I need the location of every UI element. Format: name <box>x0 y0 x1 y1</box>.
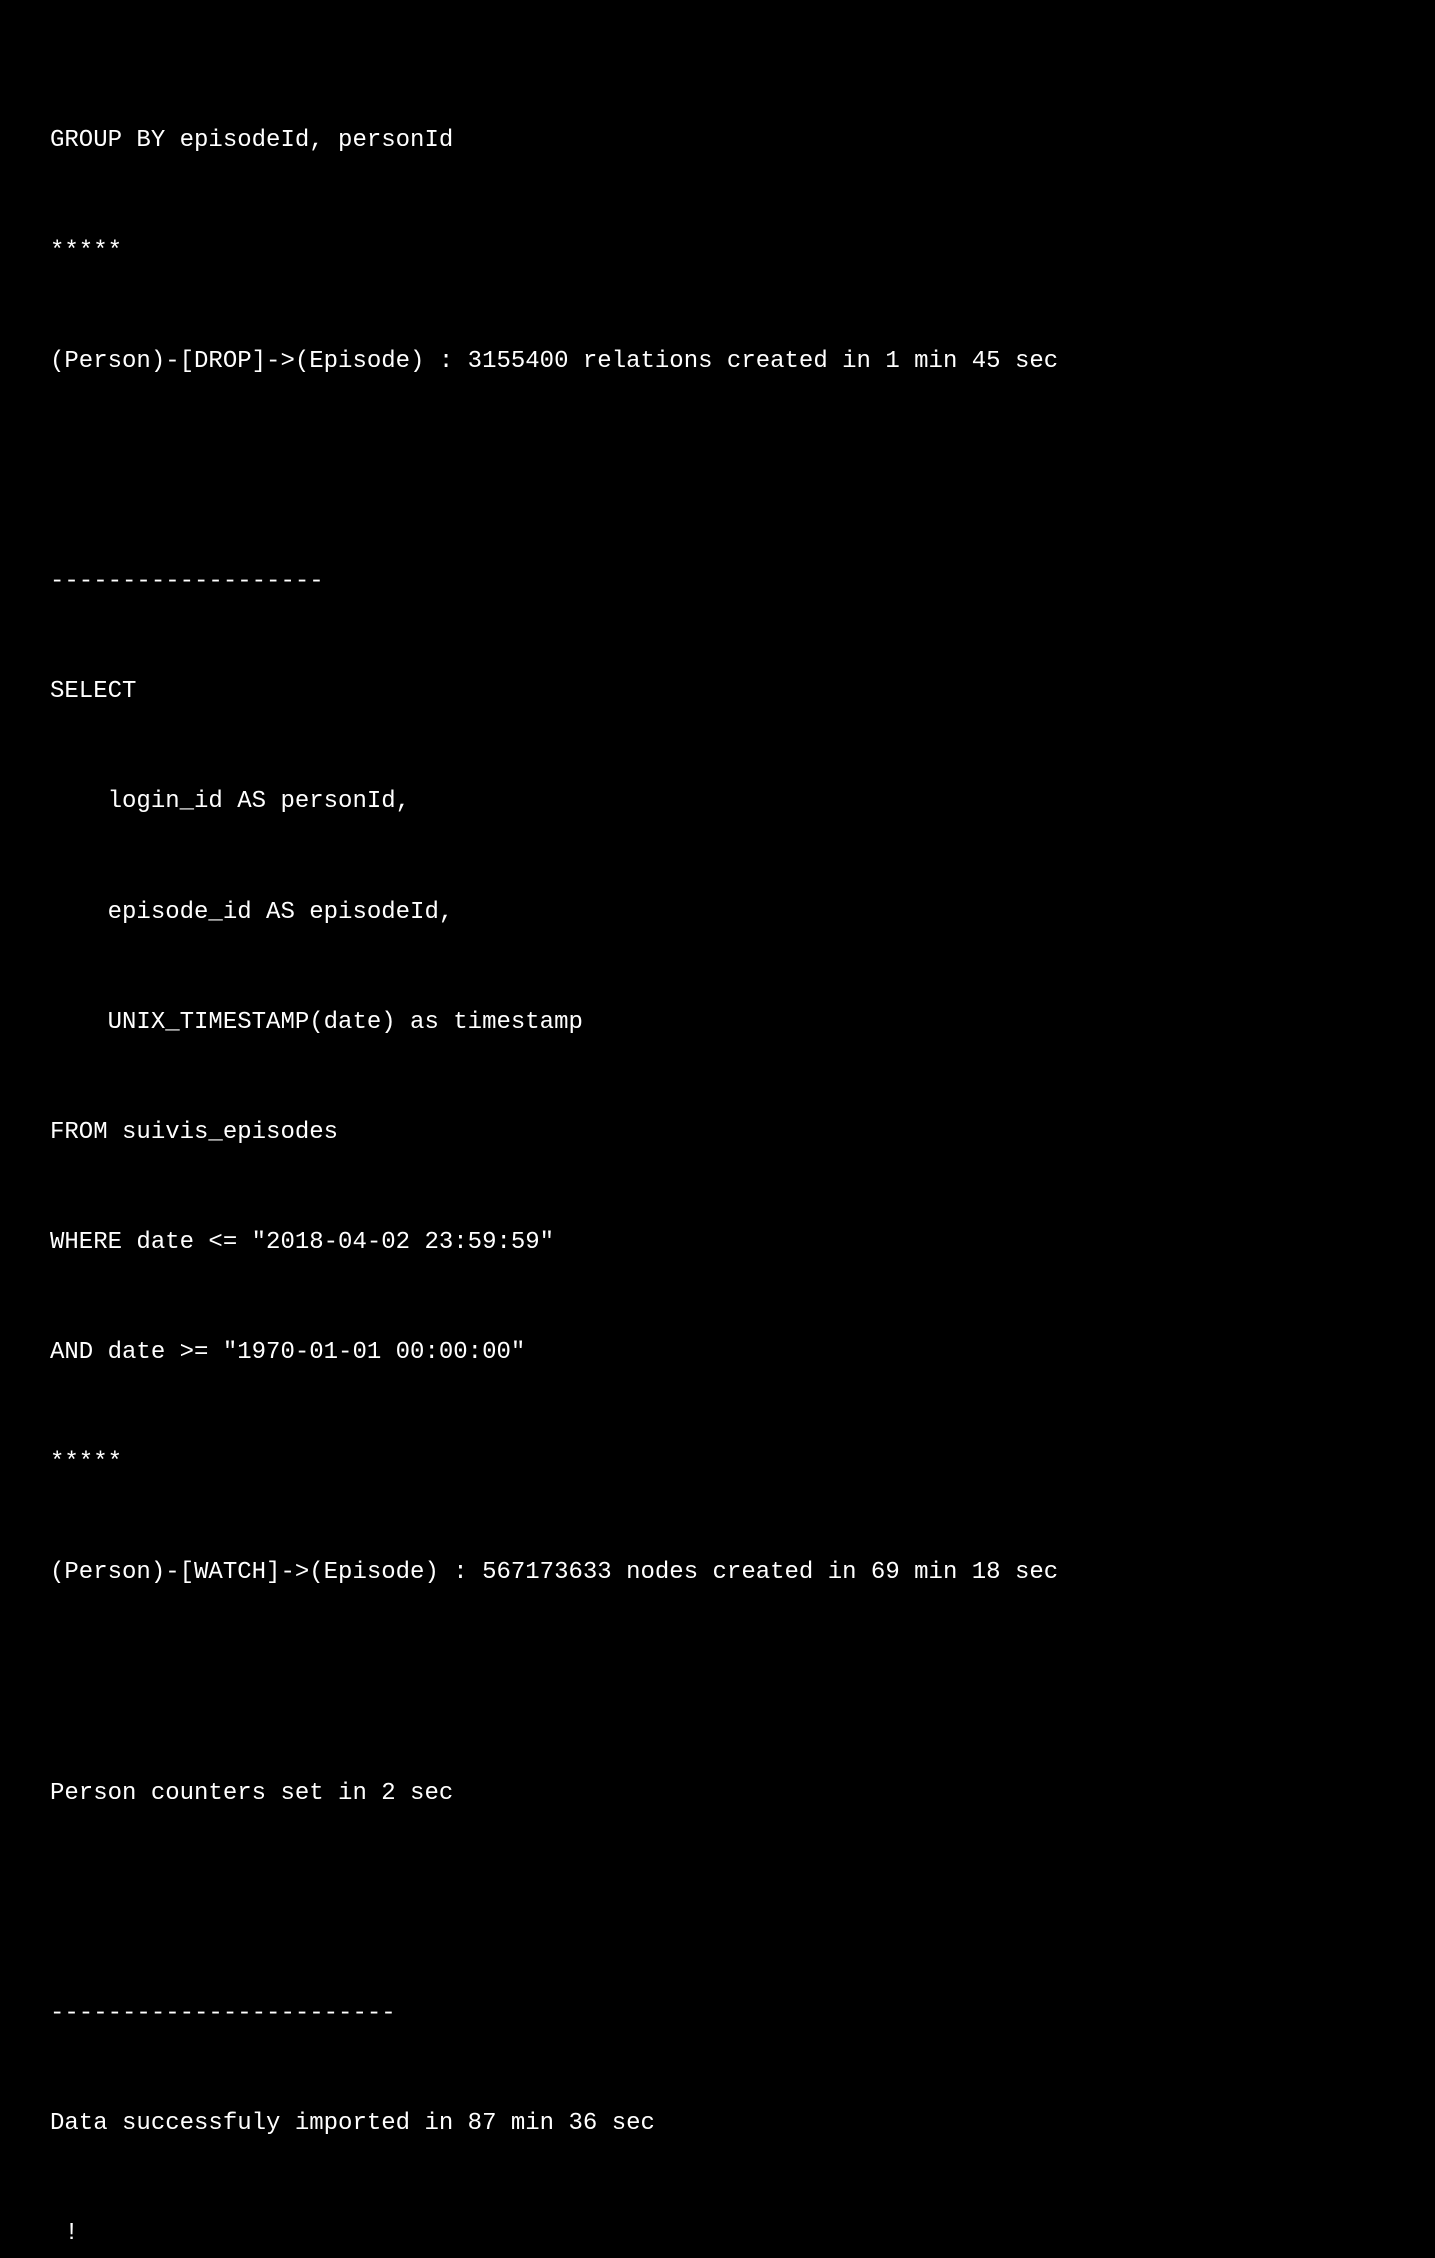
terminal-line: episode_id AS episodeId, <box>50 895 1385 932</box>
terminal-line: ------------------------ <box>50 1996 1385 2033</box>
terminal-line: SELECT <box>50 674 1385 711</box>
terminal-line: Data successfuly imported in 87 min 36 s… <box>50 2106 1385 2143</box>
terminal-line: (Person)-[WATCH]->(Episode) : 567173633 … <box>50 1555 1385 1592</box>
terminal-line: ***** <box>50 234 1385 271</box>
terminal-line: AND date >= "1970-01-01 00:00:00" <box>50 1335 1385 1372</box>
terminal-line: ! <box>50 2216 1385 2253</box>
terminal-line: GROUP BY episodeId, personId <box>50 123 1385 160</box>
terminal-line: login_id AS personId, <box>50 784 1385 821</box>
terminal-line: WHERE date <= "2018-04-02 23:59:59" <box>50 1225 1385 1262</box>
terminal-output[interactable]: GROUP BY episodeId, personId ***** (Pers… <box>50 50 1385 2258</box>
terminal-line: ***** <box>50 1445 1385 1482</box>
terminal-line <box>50 1886 1385 1923</box>
terminal-line <box>50 454 1385 491</box>
terminal-line: ------------------- <box>50 564 1385 601</box>
terminal-line <box>50 1666 1385 1703</box>
terminal-line: FROM suivis_episodes <box>50 1115 1385 1152</box>
terminal-line: Person counters set in 2 sec <box>50 1776 1385 1813</box>
terminal-line: (Person)-[DROP]->(Episode) : 3155400 rel… <box>50 344 1385 381</box>
terminal-line: UNIX_TIMESTAMP(date) as timestamp <box>50 1005 1385 1042</box>
